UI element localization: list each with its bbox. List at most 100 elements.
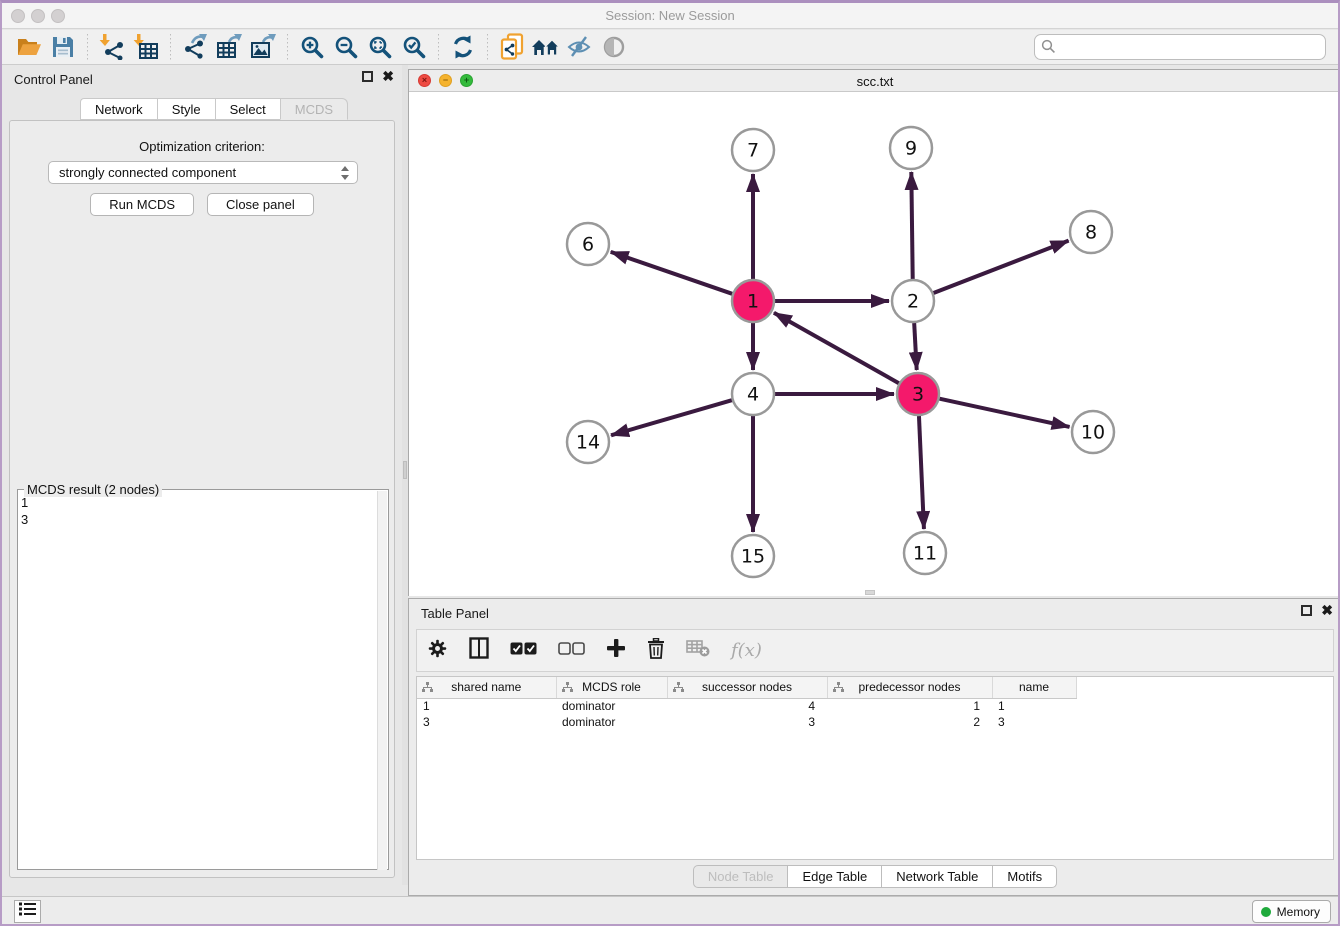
table-toolbar: f(x) — [416, 629, 1334, 672]
cell-predecessor-nodes[interactable]: 2 — [827, 714, 992, 730]
table-row[interactable]: 1dominator411 — [417, 698, 1333, 714]
result-scrollbar[interactable] — [377, 491, 387, 870]
column-filler — [1076, 677, 1333, 698]
toolbar-separator — [487, 34, 488, 60]
graph-edge-3-10[interactable] — [939, 399, 1069, 427]
add-column-button[interactable] — [606, 638, 626, 663]
first-neighbors-button[interactable] — [529, 32, 563, 62]
tab-mcds[interactable]: MCDS — [280, 98, 348, 120]
criterion-select[interactable]: strongly connected component — [48, 161, 358, 184]
tab-select[interactable]: Select — [215, 98, 280, 120]
status-bar: Memory — [2, 896, 1338, 924]
delete-column-button[interactable] — [647, 638, 665, 664]
node-table: shared name MCDS role successor nodes pr… — [416, 676, 1334, 860]
tab-network-table[interactable]: Network Table — [881, 865, 992, 888]
close-panel-button[interactable]: Close panel — [207, 193, 314, 216]
tab-node-table[interactable]: Node Table — [693, 865, 788, 888]
table-panel-header: Table Panel ✖ — [409, 599, 1340, 627]
column-successor-nodes[interactable]: successor nodes — [667, 677, 827, 698]
table-settings-button[interactable] — [427, 638, 448, 664]
checked-boxes-icon — [510, 642, 537, 660]
export-image-button[interactable] — [246, 32, 280, 62]
graph-edge-3-1[interactable] — [774, 313, 899, 383]
show-hidden-button[interactable] — [597, 32, 631, 62]
network-canvas[interactable]: 7968124314101511 — [409, 92, 1340, 596]
cell-mcds-role[interactable]: dominator — [556, 698, 667, 714]
table-row[interactable]: 3dominator323 — [417, 714, 1333, 730]
run-mcds-button[interactable]: Run MCDS — [90, 193, 194, 216]
gear-icon — [427, 638, 448, 664]
list-icon — [19, 902, 36, 921]
optimization-criterion-label: Optimization criterion: — [10, 139, 394, 154]
cell-successor-nodes[interactable]: 4 — [667, 698, 827, 714]
memory-button[interactable]: Memory — [1252, 900, 1331, 923]
houses-icon — [531, 36, 561, 58]
graph-edges[interactable] — [611, 172, 1070, 532]
splitter-grip[interactable] — [403, 461, 407, 479]
tab-style[interactable]: Style — [157, 98, 215, 120]
clone-network-button[interactable] — [495, 32, 529, 62]
zoom-fit-button[interactable] — [363, 32, 397, 62]
column-predecessor-nodes[interactable]: predecessor nodes — [827, 677, 992, 698]
delete-table-button[interactable] — [686, 639, 710, 662]
zoom-in-icon — [300, 35, 324, 59]
mcds-result-text[interactable]: 1 3 — [21, 494, 374, 866]
toolbar-separator — [170, 34, 171, 60]
desktop-area: Control Panel ✖ Network Style Select MCD… — [2, 65, 1338, 896]
column-name[interactable]: name — [992, 677, 1076, 698]
table-header-row: shared name MCDS role successor nodes pr… — [417, 677, 1333, 698]
graph-node-label-8: 8 — [1085, 222, 1097, 244]
function-builder-button[interactable]: f(x) — [731, 640, 762, 661]
tab-edge-table[interactable]: Edge Table — [787, 865, 881, 888]
network-window-titlebar[interactable]: × − + scc.txt — [409, 70, 1340, 92]
import-network-button[interactable] — [95, 32, 129, 62]
cell-successor-nodes[interactable]: 3 — [667, 714, 827, 730]
graph-edge-2-8[interactable] — [934, 241, 1069, 293]
column-mcds-role[interactable]: MCDS role — [556, 677, 667, 698]
graph-node-label-11: 11 — [913, 543, 937, 565]
graph-edge-3-11[interactable] — [919, 416, 924, 529]
cell-name[interactable]: 3 — [992, 714, 1076, 730]
refresh-button[interactable] — [446, 32, 480, 62]
columns-icon — [469, 637, 489, 664]
graph-edge-2-9[interactable] — [911, 172, 912, 279]
export-table-icon — [216, 34, 243, 60]
column-shared-name[interactable]: shared name — [417, 677, 556, 698]
zoom-in-button[interactable] — [295, 32, 329, 62]
deselect-all-rows-button[interactable] — [558, 642, 585, 660]
cell-shared-name[interactable]: 1 — [417, 698, 556, 714]
float-table-panel-icon[interactable] — [1301, 605, 1312, 616]
float-panel-icon[interactable] — [362, 71, 373, 82]
import-table-button[interactable] — [129, 32, 163, 62]
search-icon — [1041, 39, 1056, 59]
export-table-button[interactable] — [212, 32, 246, 62]
network-resize-grip[interactable] — [865, 590, 875, 595]
close-panel-icon[interactable]: ✖ — [382, 71, 394, 82]
cell-predecessor-nodes[interactable]: 1 — [827, 698, 992, 714]
open-session-button[interactable] — [12, 32, 46, 62]
graph-node-label-14: 14 — [576, 432, 600, 454]
show-columns-button[interactable] — [469, 637, 489, 664]
select-all-rows-button[interactable] — [510, 642, 537, 660]
save-session-button[interactable] — [46, 32, 80, 62]
tab-motifs[interactable]: Motifs — [992, 865, 1057, 888]
task-history-button[interactable] — [14, 900, 41, 923]
zoom-out-button[interactable] — [329, 32, 363, 62]
graph-node-label-1: 1 — [747, 291, 759, 313]
close-table-panel-icon[interactable]: ✖ — [1321, 605, 1333, 616]
search-input[interactable] — [1034, 34, 1326, 60]
search-box — [1034, 34, 1326, 60]
graph-edge-4-14[interactable] — [611, 400, 732, 435]
zoom-selected-button[interactable] — [397, 32, 431, 62]
cell-name[interactable]: 1 — [992, 698, 1076, 714]
graph-edge-2-3[interactable] — [914, 323, 917, 370]
tab-network[interactable]: Network — [80, 98, 157, 120]
hide-selected-button[interactable] — [563, 32, 597, 62]
cell-shared-name[interactable]: 3 — [417, 714, 556, 730]
cell-mcds-role[interactable]: dominator — [556, 714, 667, 730]
graph-node-label-2: 2 — [907, 291, 919, 313]
graph-edge-1-6[interactable] — [611, 252, 733, 294]
toolbar-separator — [87, 34, 88, 60]
export-network-button[interactable] — [178, 32, 212, 62]
table-panel-tabs: Node Table Edge Table Network Table Moti… — [409, 865, 1340, 888]
